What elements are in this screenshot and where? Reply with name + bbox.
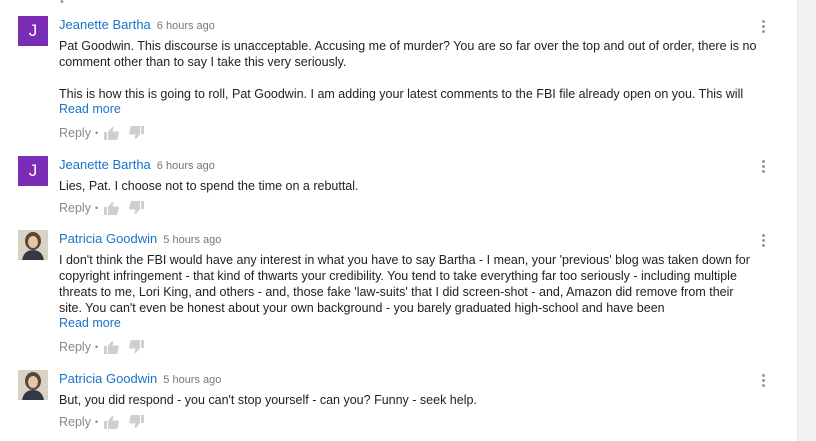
separator-dot: • bbox=[94, 128, 99, 138]
author-link[interactable]: Jeanette Bartha bbox=[59, 157, 151, 172]
thumbs-down-icon[interactable] bbox=[128, 415, 145, 429]
thumbs-up-icon[interactable] bbox=[104, 340, 120, 354]
avatar[interactable]: J bbox=[18, 156, 48, 186]
timestamp[interactable]: 6 hours ago bbox=[157, 20, 215, 32]
comment-text: Lies, Pat. I choose not to spend the tim… bbox=[59, 178, 759, 194]
separator-dot: • bbox=[94, 203, 99, 213]
previous-reply-indicator: • bbox=[60, 0, 66, 8]
comment-item: Patricia Goodwin 5 hours ago But, you did… bbox=[0, 370, 790, 434]
more-vertical-icon[interactable] bbox=[758, 160, 768, 176]
comment-paragraph: But, you did respond - you can't stop yo… bbox=[59, 393, 477, 407]
avatar[interactable] bbox=[18, 230, 48, 260]
comment-text: I don't think the FBI would have any int… bbox=[59, 252, 759, 316]
comment-paragraph: This is how this is going to roll, Pat G… bbox=[59, 87, 744, 101]
reply-button[interactable]: Reply bbox=[59, 340, 91, 354]
reply-button[interactable]: Reply bbox=[59, 415, 91, 429]
thumbs-down-icon[interactable] bbox=[128, 126, 145, 140]
comment-item: J Jeanette Bartha 6 hours ago Lies, Pat. … bbox=[0, 156, 790, 220]
avatar[interactable]: J bbox=[18, 16, 48, 46]
comment-item: Patricia Goodwin 5 hours ago I don't thin… bbox=[0, 230, 790, 358]
author-link[interactable]: Patricia Goodwin bbox=[59, 371, 157, 386]
timestamp[interactable]: 6 hours ago bbox=[157, 160, 215, 172]
timestamp[interactable]: 5 hours ago bbox=[163, 234, 221, 246]
comment-paragraph: Pat Goodwin. This discourse is unaccepta… bbox=[59, 39, 757, 69]
thumbs-up-icon[interactable] bbox=[104, 126, 120, 140]
profile-photo-icon bbox=[18, 370, 48, 400]
separator-dot: • bbox=[94, 417, 99, 427]
comment-paragraph: Lies, Pat. I choose not to spend the tim… bbox=[59, 179, 359, 193]
comment-header: Patricia Goodwin 5 hours ago bbox=[59, 230, 221, 248]
author-link[interactable]: Patricia Goodwin bbox=[59, 231, 157, 246]
comment-actions: Reply • bbox=[59, 201, 152, 215]
more-vertical-icon[interactable] bbox=[758, 234, 768, 250]
author-link[interactable]: Jeanette Bartha bbox=[59, 17, 151, 32]
more-vertical-icon[interactable] bbox=[758, 374, 768, 390]
timestamp[interactable]: 5 hours ago bbox=[163, 374, 221, 386]
comment-actions: Reply • bbox=[59, 415, 152, 429]
reply-button[interactable]: Reply bbox=[59, 126, 91, 140]
thumbs-up-icon[interactable] bbox=[104, 201, 120, 215]
separator-dot: • bbox=[94, 342, 99, 352]
comment-paragraph: I don't think the FBI would have any int… bbox=[59, 253, 750, 315]
scrollbar[interactable] bbox=[797, 0, 816, 441]
comment-actions: Reply • bbox=[59, 340, 152, 354]
thumbs-down-icon[interactable] bbox=[128, 201, 145, 215]
more-vertical-icon[interactable] bbox=[758, 20, 768, 36]
thumbs-down-icon[interactable] bbox=[128, 340, 145, 354]
comment-header: Jeanette Bartha 6 hours ago bbox=[59, 156, 215, 174]
reply-button[interactable]: Reply bbox=[59, 201, 91, 215]
read-more-link[interactable]: Read more bbox=[59, 102, 121, 116]
thumbs-up-icon[interactable] bbox=[104, 415, 120, 429]
comment-text: But, you did respond - you can't stop yo… bbox=[59, 392, 759, 408]
avatar[interactable] bbox=[18, 370, 48, 400]
read-more-link[interactable]: Read more bbox=[59, 316, 121, 330]
comment-actions: Reply • bbox=[59, 126, 152, 140]
comment-header: Patricia Goodwin 5 hours ago bbox=[59, 370, 221, 388]
comment-header: Jeanette Bartha 6 hours ago bbox=[59, 16, 215, 34]
comment-text: Pat Goodwin. This discourse is unaccepta… bbox=[59, 38, 759, 102]
profile-photo-icon bbox=[18, 230, 48, 260]
comment-item: J Jeanette Bartha 6 hours ago Pat Goodwin… bbox=[0, 16, 790, 144]
